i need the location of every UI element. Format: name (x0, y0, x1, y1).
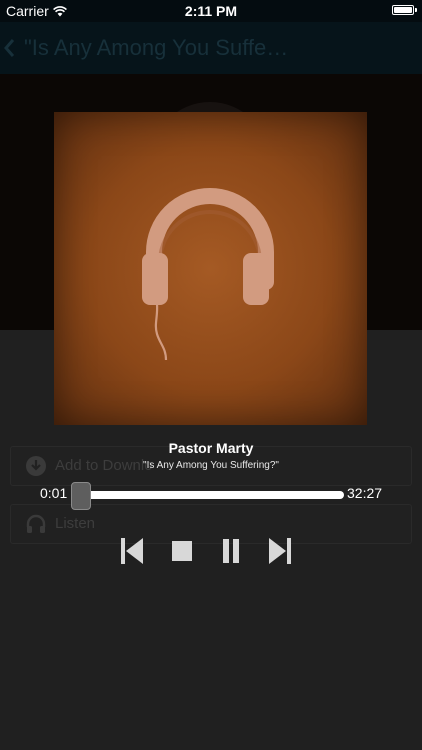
pause-icon (223, 539, 239, 563)
previous-button[interactable] (120, 537, 148, 567)
pause-button[interactable] (220, 537, 248, 567)
headphones-icon (26, 514, 46, 533)
nav-bar: "Is Any Among You Suffe… (0, 22, 422, 74)
stop-button[interactable] (170, 537, 198, 567)
chevron-left-icon[interactable] (4, 38, 16, 58)
scrubber-thumb[interactable] (71, 482, 92, 510)
status-time: 2:11 PM (184, 3, 238, 19)
total-duration: 32:27 (347, 485, 383, 501)
elapsed-time: 0:01 (40, 485, 68, 501)
sermon-title: "Is Any Among You Suffering?" (143, 460, 279, 471)
speaker-name: Pastor Marty (168, 440, 254, 456)
status-bar: Carrier 2:11 PM (0, 0, 422, 22)
listen-label: Listen (55, 515, 96, 532)
skip-back-icon (121, 538, 143, 564)
nav-title: "Is Any Among You Suffe… (24, 35, 289, 60)
stop-icon (172, 541, 192, 561)
playback-controls (0, 537, 422, 567)
skip-forward-icon (269, 538, 291, 564)
album-artwork (54, 112, 367, 425)
battery-icon (392, 5, 417, 15)
headphones-icon (142, 188, 274, 361)
next-button[interactable] (268, 537, 296, 567)
progress-track[interactable] (74, 491, 344, 499)
